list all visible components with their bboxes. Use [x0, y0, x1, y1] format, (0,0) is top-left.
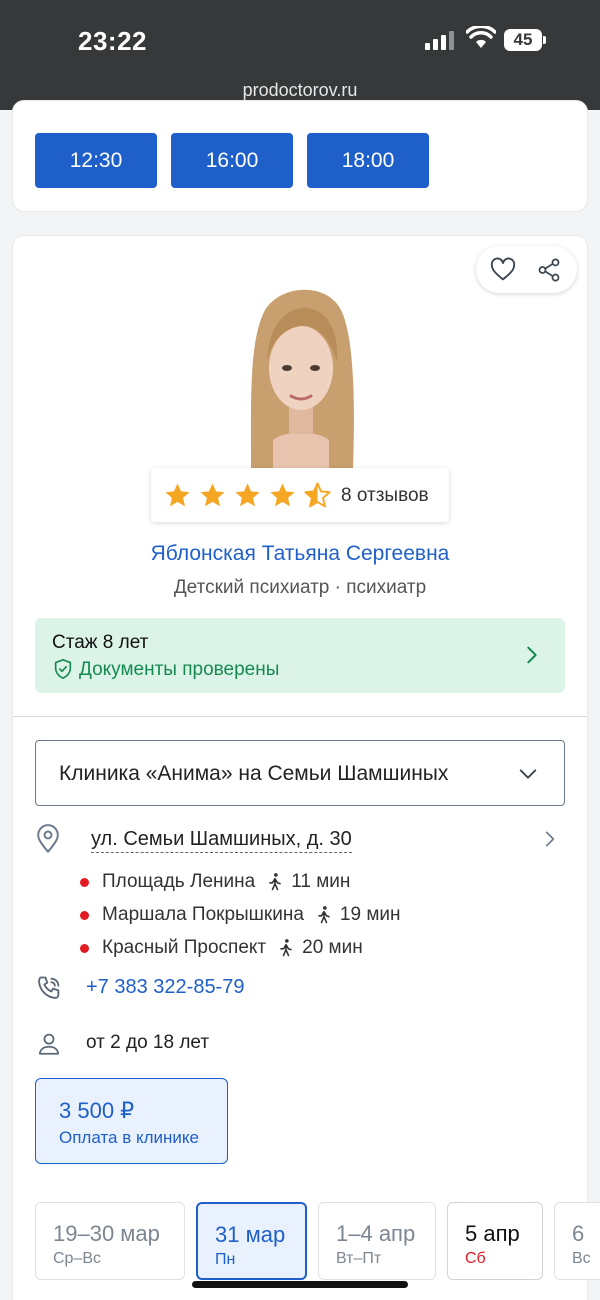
heart-icon[interactable]: [489, 256, 517, 284]
date-days: Сб: [465, 1250, 486, 1267]
section-divider: [13, 716, 587, 717]
clinic-select[interactable]: Клиника «Анима» на Семьи Шамшиных: [35, 740, 565, 806]
date-range: 31 мар: [215, 1222, 286, 1247]
chevron-right-icon: [527, 646, 537, 664]
half-star-icon: [304, 482, 331, 508]
date-range: 5 апр: [465, 1221, 520, 1246]
time-slot-button[interactable]: 18:00: [307, 133, 429, 188]
battery-icon: 45: [504, 29, 542, 51]
walk-time: 11 мин: [291, 871, 351, 892]
person-icon: [38, 1033, 60, 1055]
metro-line-dot: [80, 877, 89, 887]
doctor-name[interactable]: Яблонская Татьяна Сергеевна: [0, 542, 600, 566]
clinic-phone-link[interactable]: +7 383 322-85-79: [86, 976, 244, 999]
walking-icon: [269, 873, 281, 891]
time-slot-button[interactable]: 16:00: [171, 133, 293, 188]
experience-label: Стаж 8 лет: [52, 632, 149, 653]
signal-icon: [425, 30, 455, 50]
walk-time: 19 мин: [339, 904, 401, 925]
star-icon: [235, 483, 260, 507]
date-range: 19–30 мар: [53, 1221, 160, 1246]
reviews-count: 8 отзывов: [341, 485, 429, 506]
shield-check-icon: [54, 659, 72, 679]
documents-verified-label: Документы проверены: [79, 659, 280, 680]
experience-banner[interactable]: Стаж 8 лет Документы проверены: [35, 618, 565, 693]
metro-station: Площадь Ленина 11 мин: [80, 870, 350, 894]
metro-line-dot: [80, 943, 89, 953]
clock: 23:22: [78, 26, 147, 56]
location-pin-icon: [37, 824, 59, 853]
clinic-address[interactable]: ул. Семьи Шамшиных, д. 30: [91, 828, 352, 853]
date-days: Вс: [572, 1250, 591, 1267]
doctor-photo[interactable]: [229, 280, 373, 470]
metro-station-name: Маршала Покрышкина: [102, 904, 304, 925]
patient-age-range: от 2 до 18 лет: [86, 1032, 210, 1053]
date-tab-selected[interactable]: 31 мар Пн: [196, 1202, 307, 1280]
walking-icon: [280, 939, 292, 957]
price-payment-note: Оплата в клинике: [59, 1128, 199, 1147]
share-icon[interactable]: [536, 257, 562, 283]
clinic-name: Клиника «Анима» на Семьи Шамшиных: [59, 762, 449, 785]
date-tab[interactable]: 19–30 мар Ср–Вс: [35, 1202, 185, 1280]
url-bar[interactable]: prodoctorov.ru: [0, 80, 600, 101]
walking-icon: [318, 906, 330, 924]
date-tab[interactable]: 6 Вс: [554, 1202, 600, 1280]
star-icon: [165, 483, 190, 507]
price-amount: 3 500 ₽: [59, 1098, 135, 1123]
metro-station-name: Красный Проспект: [102, 937, 267, 958]
browser-status-bar: 23:22 45 prodoctorov.ru: [0, 0, 600, 110]
star-icon: [200, 483, 225, 507]
date-days: Ср–Вс: [53, 1250, 102, 1267]
star-icon: [270, 483, 295, 507]
date-tab[interactable]: 5 апр Сб: [447, 1202, 543, 1280]
date-days: Пн: [215, 1251, 236, 1268]
chevron-right-icon[interactable]: [540, 828, 560, 850]
date-range: 6: [572, 1221, 585, 1246]
date-days: Вт–Пт: [336, 1250, 382, 1267]
phone-icon: [38, 976, 60, 999]
metro-station: Красный Проспект 20 мин: [80, 936, 363, 960]
metro-line-dot: [80, 910, 89, 920]
date-tab[interactable]: 1–4 апр Вт–Пт: [318, 1202, 436, 1280]
price-option[interactable]: 3 500 ₽ Оплата в клинике: [35, 1078, 228, 1164]
battery-tip: [543, 36, 546, 44]
doctor-specialty: Детский психиатр · психиатр: [173, 577, 427, 598]
metro-station: Маршала Покрышкина 19 мин: [80, 903, 401, 927]
metro-station-name: Площадь Ленина: [102, 871, 256, 892]
time-slot-button[interactable]: 12:30: [35, 133, 157, 188]
rating-stars: [163, 481, 332, 510]
date-range: 1–4 апр: [336, 1221, 416, 1246]
card-actions: [476, 246, 577, 293]
chevron-down-icon: [519, 769, 537, 779]
walk-time: 20 мин: [302, 937, 363, 958]
wifi-icon: [466, 26, 496, 48]
rating-badge[interactable]: 8 отзывов: [151, 468, 449, 522]
home-indicator: [192, 1281, 408, 1288]
